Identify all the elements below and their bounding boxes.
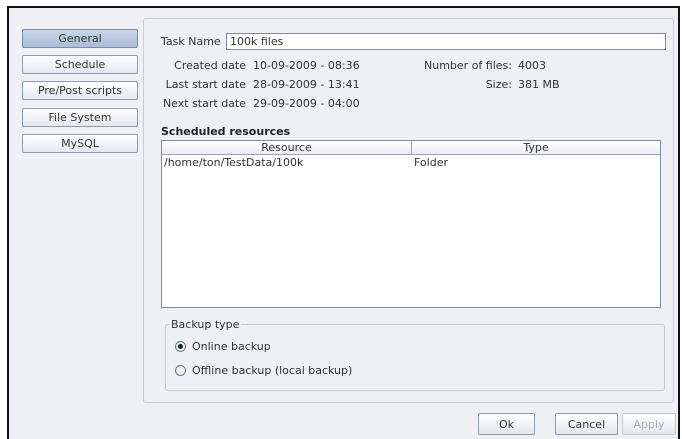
last-start-date-label: Last start date [165, 78, 246, 91]
task-properties-window: General Schedule Pre/Post scripts File S… [7, 6, 680, 439]
section-nav: General Schedule Pre/Post scripts File S… [9, 8, 143, 439]
online-backup-label: Online backup [192, 340, 271, 353]
offline-backup-radio[interactable] [175, 365, 186, 376]
resource-cell: /home/ton/TestData/100k [164, 156, 304, 169]
next-start-date-label: Next start date [162, 97, 246, 110]
column-header-resource[interactable]: Resource [162, 141, 412, 155]
backup-type-group: Backup type Online backup Offline backup… [165, 318, 665, 391]
apply-button[interactable]: Apply [622, 413, 676, 435]
number-of-files-label: Number of files: [424, 59, 512, 72]
scheduled-resources-title: Scheduled resources [161, 125, 291, 138]
task-name-label: Task Name [161, 35, 221, 48]
backup-type-title: Backup type [169, 318, 242, 331]
nav-pre-post-scripts-button[interactable]: Pre/Post scripts [22, 81, 138, 100]
offline-backup-label: Offline backup (local backup) [192, 364, 353, 377]
last-start-date-value: 28-09-2009 - 13:41 [253, 78, 360, 91]
ok-button[interactable]: Ok [478, 413, 535, 435]
number-of-files-value: 4003 [518, 59, 546, 72]
nav-schedule-button[interactable]: Schedule [22, 55, 138, 74]
next-start-date-value: 29-09-2009 - 04:00 [253, 97, 360, 110]
table-header: Resource Type [162, 141, 660, 155]
column-header-type[interactable]: Type [412, 141, 660, 155]
created-date-label: Created date [174, 59, 246, 72]
task-name-input[interactable] [226, 33, 666, 50]
nav-file-system-button[interactable]: File System [22, 108, 138, 127]
scheduled-resources-table[interactable]: Resource Type /home/ton/TestData/100k Fo… [161, 140, 661, 308]
cancel-button[interactable]: Cancel [555, 413, 618, 435]
size-label: Size: [485, 78, 512, 91]
online-backup-option[interactable]: Online backup [175, 340, 271, 353]
online-backup-radio[interactable] [175, 341, 186, 352]
created-date-value: 10-09-2009 - 08:36 [253, 59, 360, 72]
table-row[interactable]: /home/ton/TestData/100k Folder [162, 156, 660, 170]
offline-backup-option[interactable]: Offline backup (local backup) [175, 364, 352, 377]
general-panel: Task Name Created date 10-09-2009 - 08:3… [143, 18, 674, 403]
nav-mysql-button[interactable]: MySQL [22, 134, 138, 153]
type-cell: Folder [414, 156, 448, 169]
nav-general-button[interactable]: General [22, 29, 138, 48]
size-value: 381 MB [518, 78, 560, 91]
